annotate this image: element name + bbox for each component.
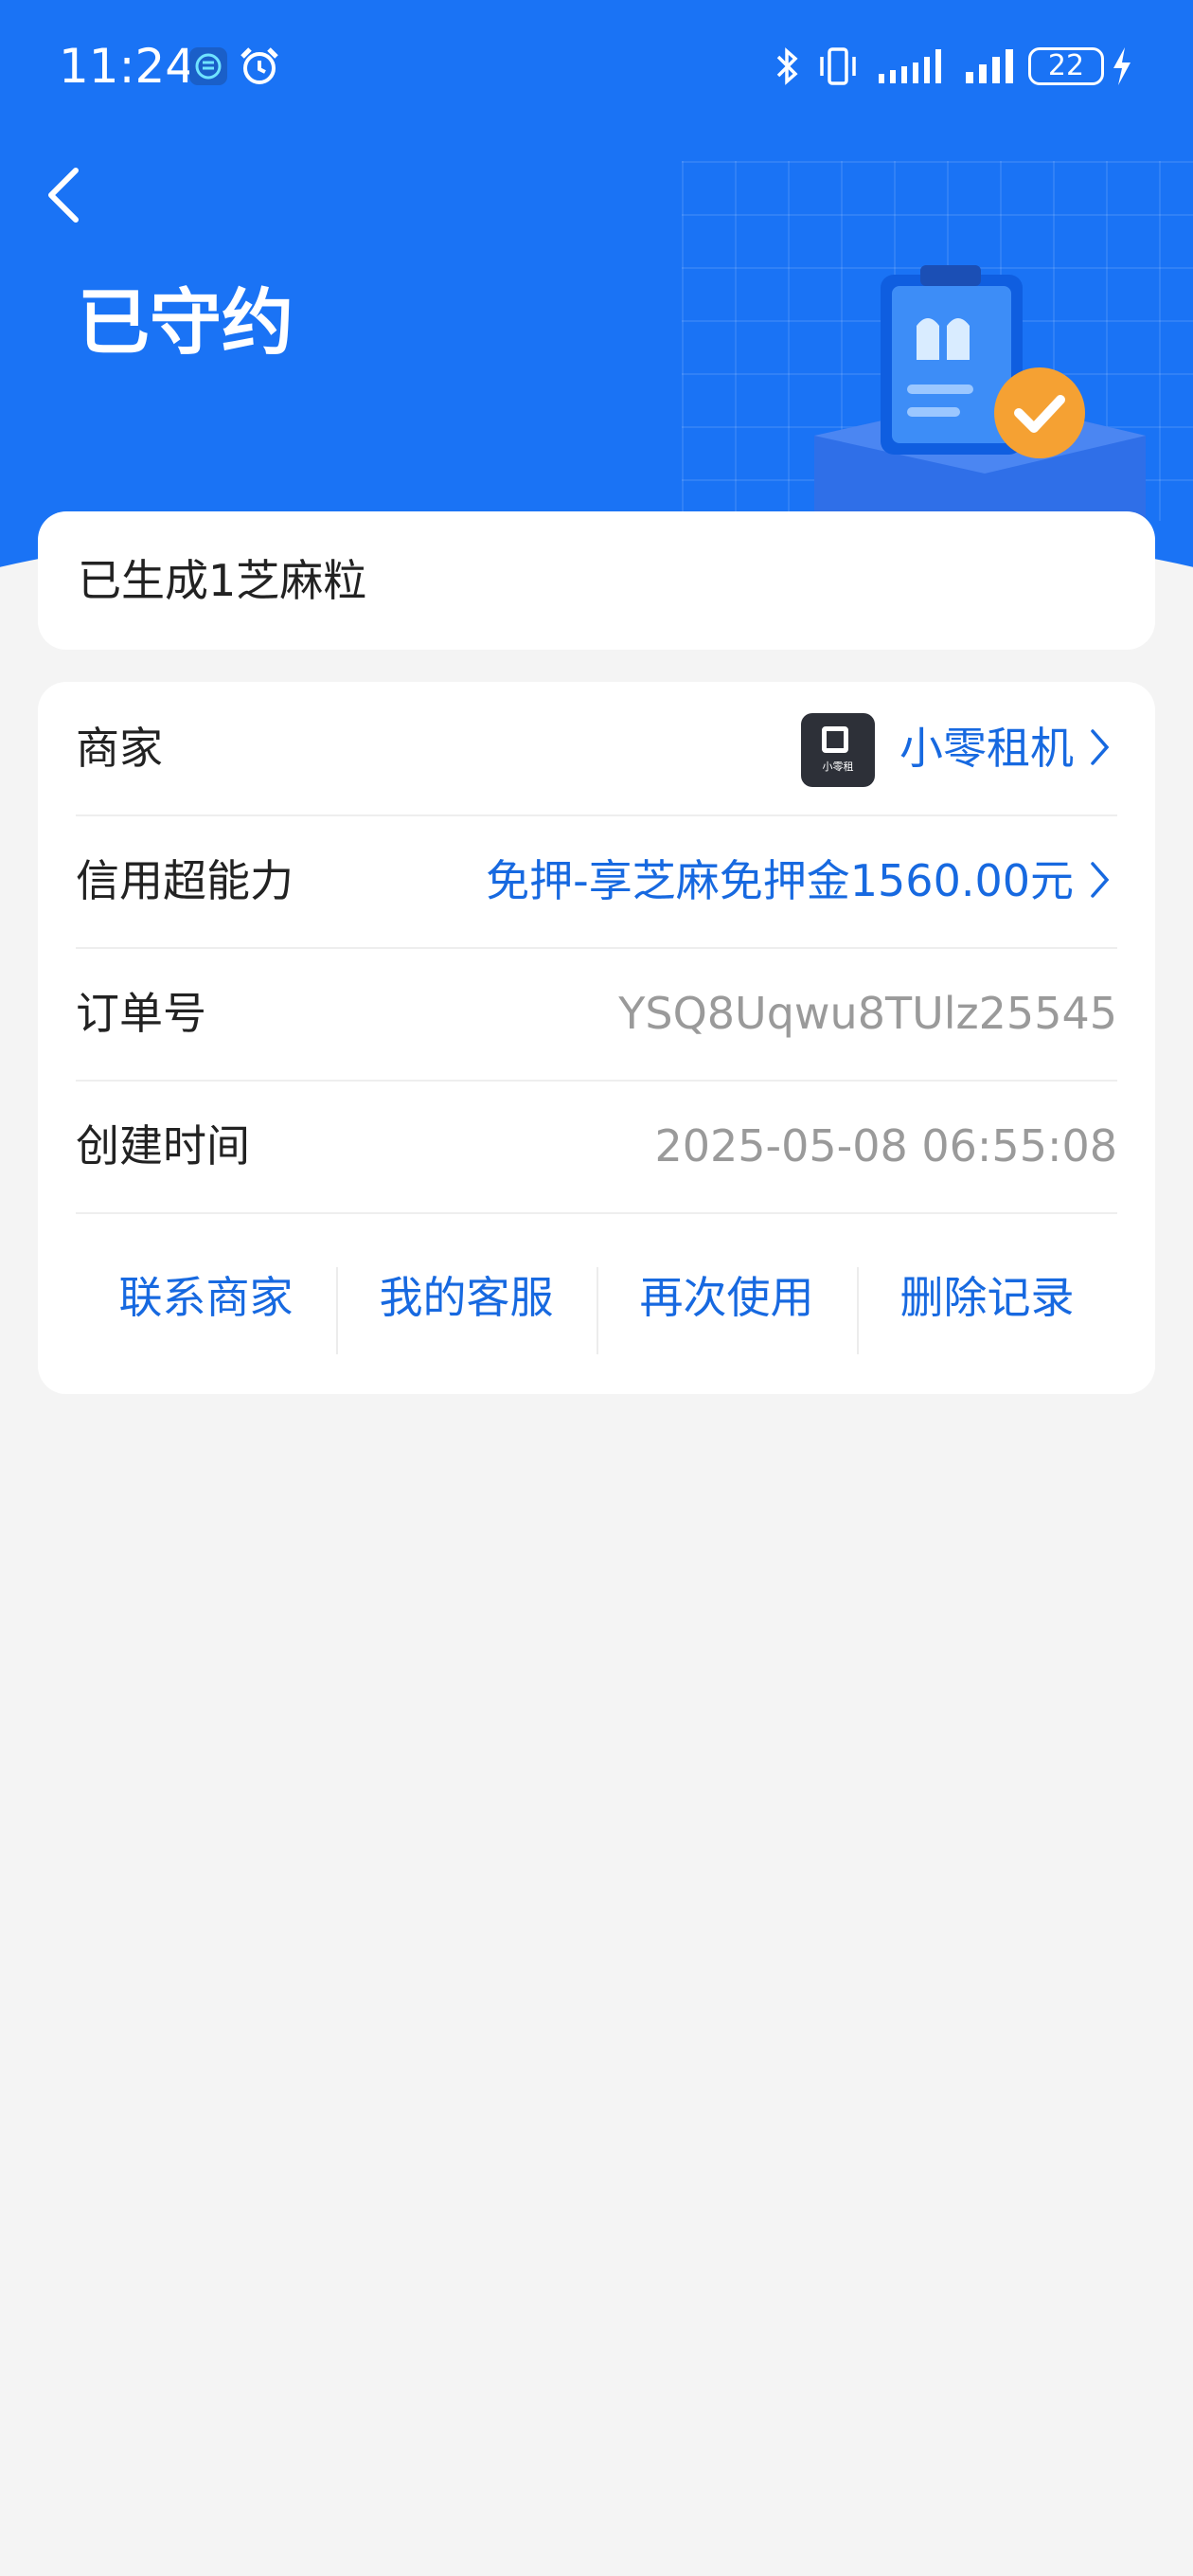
action-bar: 联系商家 我的客服 再次使用 删除记录 xyxy=(76,1231,1117,1364)
created-time-label: 创建时间 xyxy=(76,1120,250,1172)
merchant-logo: 小零租 xyxy=(801,713,875,787)
header-banner: 11:24 22 已守约 xyxy=(0,0,1193,587)
order-number-row: 订单号 YSQ8Uqwu8TUlz25545 xyxy=(76,947,1117,1082)
credit-row[interactable]: 信用超能力 免押-享芝麻免押金1560.00元 xyxy=(76,814,1117,949)
merchant-label: 商家 xyxy=(76,723,163,774)
order-number-label: 订单号 xyxy=(76,988,206,1039)
credit-label: 信用超能力 xyxy=(76,855,294,906)
battery-icon: 22 xyxy=(1028,47,1104,85)
signal-icon xyxy=(879,49,941,83)
my-service-button[interactable]: 我的客服 xyxy=(336,1231,596,1364)
app-notification-icon xyxy=(189,47,227,85)
status-time: 11:24 xyxy=(59,39,196,94)
contact-merchant-button[interactable]: 联系商家 xyxy=(76,1231,336,1364)
vibrate-icon xyxy=(820,47,856,85)
bluetooth-icon xyxy=(776,47,798,85)
order-number-value: YSQ8Uqwu8TUlz25545 xyxy=(618,988,1117,1039)
use-again-button[interactable]: 再次使用 xyxy=(596,1231,857,1364)
merchant-logo-text: 小零租 xyxy=(822,760,854,773)
created-time-value: 2025-05-08 06:55:08 xyxy=(654,1120,1117,1172)
status-bar: 11:24 22 xyxy=(0,0,1193,133)
sesame-points-text: 已生成1芝麻粒 xyxy=(78,555,367,606)
created-time-row: 创建时间 2025-05-08 06:55:08 xyxy=(76,1080,1117,1214)
charging-icon xyxy=(1113,47,1131,85)
chevron-right-icon xyxy=(1091,862,1110,898)
page-title: 已守约 xyxy=(78,280,294,365)
summary-card: 已生成1芝麻粒 xyxy=(38,511,1155,650)
order-detail-card: 商家 小零租 小零租机 信用超能力 免押-享芝麻免押金1560.00元 订单号 … xyxy=(38,682,1155,1394)
signal-icon xyxy=(966,49,1013,83)
delete-record-button[interactable]: 删除记录 xyxy=(857,1231,1117,1364)
credit-value[interactable]: 免押-享芝麻免押金1560.00元 xyxy=(486,814,1074,947)
merchant-name[interactable]: 小零租机 xyxy=(899,682,1074,814)
battery-level: 22 xyxy=(1047,49,1085,82)
merchant-row[interactable]: 商家 小零租 小零租机 xyxy=(76,682,1117,816)
chevron-right-icon xyxy=(1091,729,1110,765)
alarm-icon xyxy=(240,47,278,84)
back-button[interactable] xyxy=(30,159,97,231)
